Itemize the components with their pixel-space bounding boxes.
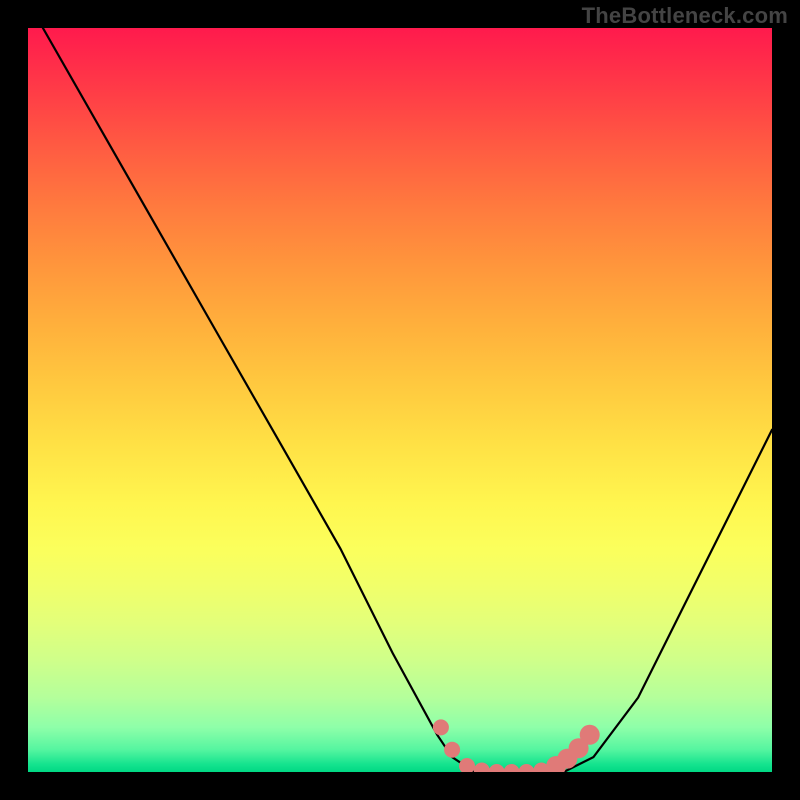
curve-marker [474, 763, 490, 773]
curve-marker [444, 742, 460, 758]
curve-marker [489, 764, 505, 772]
curve-marker [580, 725, 600, 745]
bottleneck-curve [43, 28, 772, 772]
marker-group [433, 719, 600, 772]
plot-area [28, 28, 772, 772]
curve-marker [459, 758, 475, 772]
curve-marker [504, 764, 520, 772]
chart-overlay [28, 28, 772, 772]
curve-marker [433, 719, 449, 735]
curve-marker [519, 764, 535, 772]
watermark-label: TheBottleneck.com [582, 3, 788, 29]
chart-root: TheBottleneck.com [0, 0, 800, 800]
